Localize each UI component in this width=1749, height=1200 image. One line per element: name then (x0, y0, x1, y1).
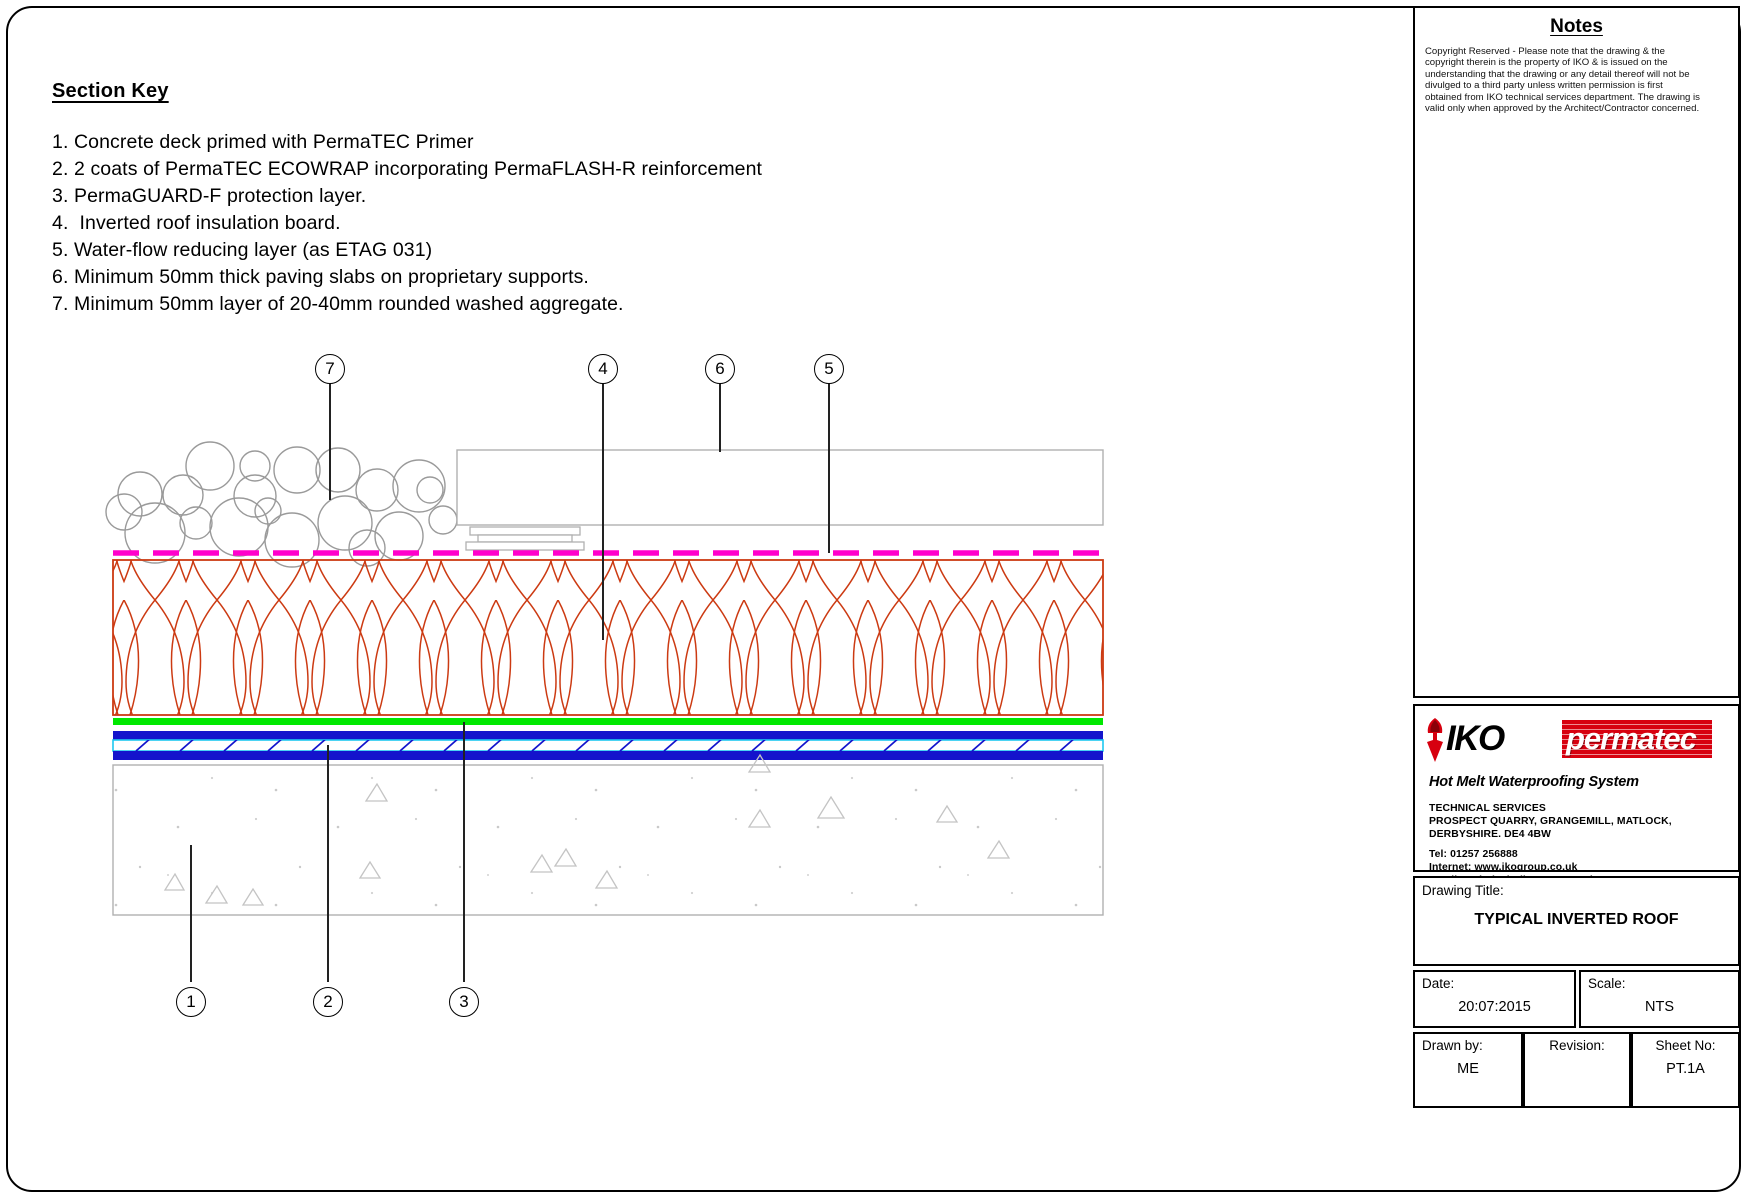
drawing-title-label: Drawing Title: (1422, 883, 1504, 898)
trowel-icon (1427, 718, 1443, 762)
contact-details: TECHNICAL SERVICES PROSPECT QUARRY, GRAN… (1429, 802, 1738, 887)
callout-3: 3 (449, 987, 479, 1017)
notes-body: Copyright Reserved - Please note that th… (1415, 38, 1738, 114)
detail-svg (105, 384, 1104, 982)
sheet-no-value: PT.1A (1666, 1061, 1705, 1077)
title-block-column: Notes Copyright Reserved - Please note t… (1412, 4, 1742, 1196)
address-line-2: PROSPECT QUARRY, GRANGEMILL, MATLOCK, (1429, 816, 1672, 827)
date-value: 20:07:2015 (1458, 999, 1531, 1015)
contact-internet[interactable]: Internet: www.ikogroup.co.uk (1429, 861, 1738, 874)
drawn-by-label: Drawn by: (1422, 1038, 1483, 1053)
contact-tel: Tel: 01257 256888 (1429, 849, 1518, 860)
concrete-deck-layer (112, 753, 1104, 916)
drawing-pane: Section Key 1. Concrete deck primed with… (0, 0, 1410, 1200)
sheet-no-field: Sheet No: PT.1A (1631, 1032, 1740, 1108)
callout-5: 5 (814, 354, 844, 384)
logo-tagline: Hot Melt Waterproofing System (1429, 774, 1639, 790)
sheet-no-label: Sheet No: (1655, 1038, 1716, 1053)
revision-field: Revision: (1523, 1032, 1631, 1108)
callout-7: 7 (315, 354, 345, 384)
scale-field: Scale: NTS (1579, 970, 1740, 1028)
logo-brand-text: IKO (1446, 719, 1505, 758)
callout-6: 6 (705, 354, 735, 384)
callout-1: 1 (176, 987, 206, 1017)
paving-slab-layer (456, 449, 1104, 551)
roof-section-detail: 7 4 6 5 1 2 3 (0, 0, 1410, 1200)
logo-product-badge: permatec (1562, 720, 1712, 758)
scale-value: NTS (1645, 999, 1674, 1015)
protection-layer (113, 718, 1103, 725)
date-field: Date: 20:07:2015 (1413, 970, 1576, 1028)
notes-line-3: understanding that the drawing or any de… (1425, 68, 1690, 80)
insulation-layer (112, 559, 1104, 716)
address-line-1: TECHNICAL SERVICES (1429, 803, 1546, 814)
drawn-by-field: Drawn by: ME (1413, 1032, 1523, 1108)
drawing-title-panel: Drawing Title: TYPICAL INVERTED ROOF (1413, 876, 1740, 966)
drawn-by-value: ME (1457, 1061, 1479, 1077)
ecowrap-membrane-layer (112, 731, 1104, 760)
date-label: Date: (1422, 976, 1455, 991)
notes-panel: Notes Copyright Reserved - Please note t… (1413, 6, 1740, 698)
address-line-3: DERBYSHIRE. DE4 4BW (1429, 829, 1551, 840)
notes-line-4: divulged to a third party unless written… (1425, 80, 1663, 92)
callout-4: 4 (588, 354, 618, 384)
drawing-title-value: TYPICAL INVERTED ROOF (1474, 911, 1679, 928)
iko-permatec-logo: IKO permatec (1425, 714, 1738, 772)
notes-line-5: obtained from IKO technical services dep… (1425, 91, 1700, 103)
notes-heading: Notes (1550, 16, 1603, 37)
company-logo-panel: IKO permatec Hot Melt Waterproofing Syst… (1413, 704, 1740, 886)
scale-label: Scale: (1588, 976, 1626, 991)
notes-line-2: copyright therein is the property of IKO… (1425, 57, 1668, 69)
aggregate-layer (105, 441, 458, 568)
notes-line-1: Copyright Reserved - Please note that th… (1425, 46, 1665, 57)
revision-label: Revision: (1549, 1038, 1605, 1053)
notes-line-6: valid only when approved by the Architec… (1425, 103, 1700, 115)
callout-2: 2 (313, 987, 343, 1017)
